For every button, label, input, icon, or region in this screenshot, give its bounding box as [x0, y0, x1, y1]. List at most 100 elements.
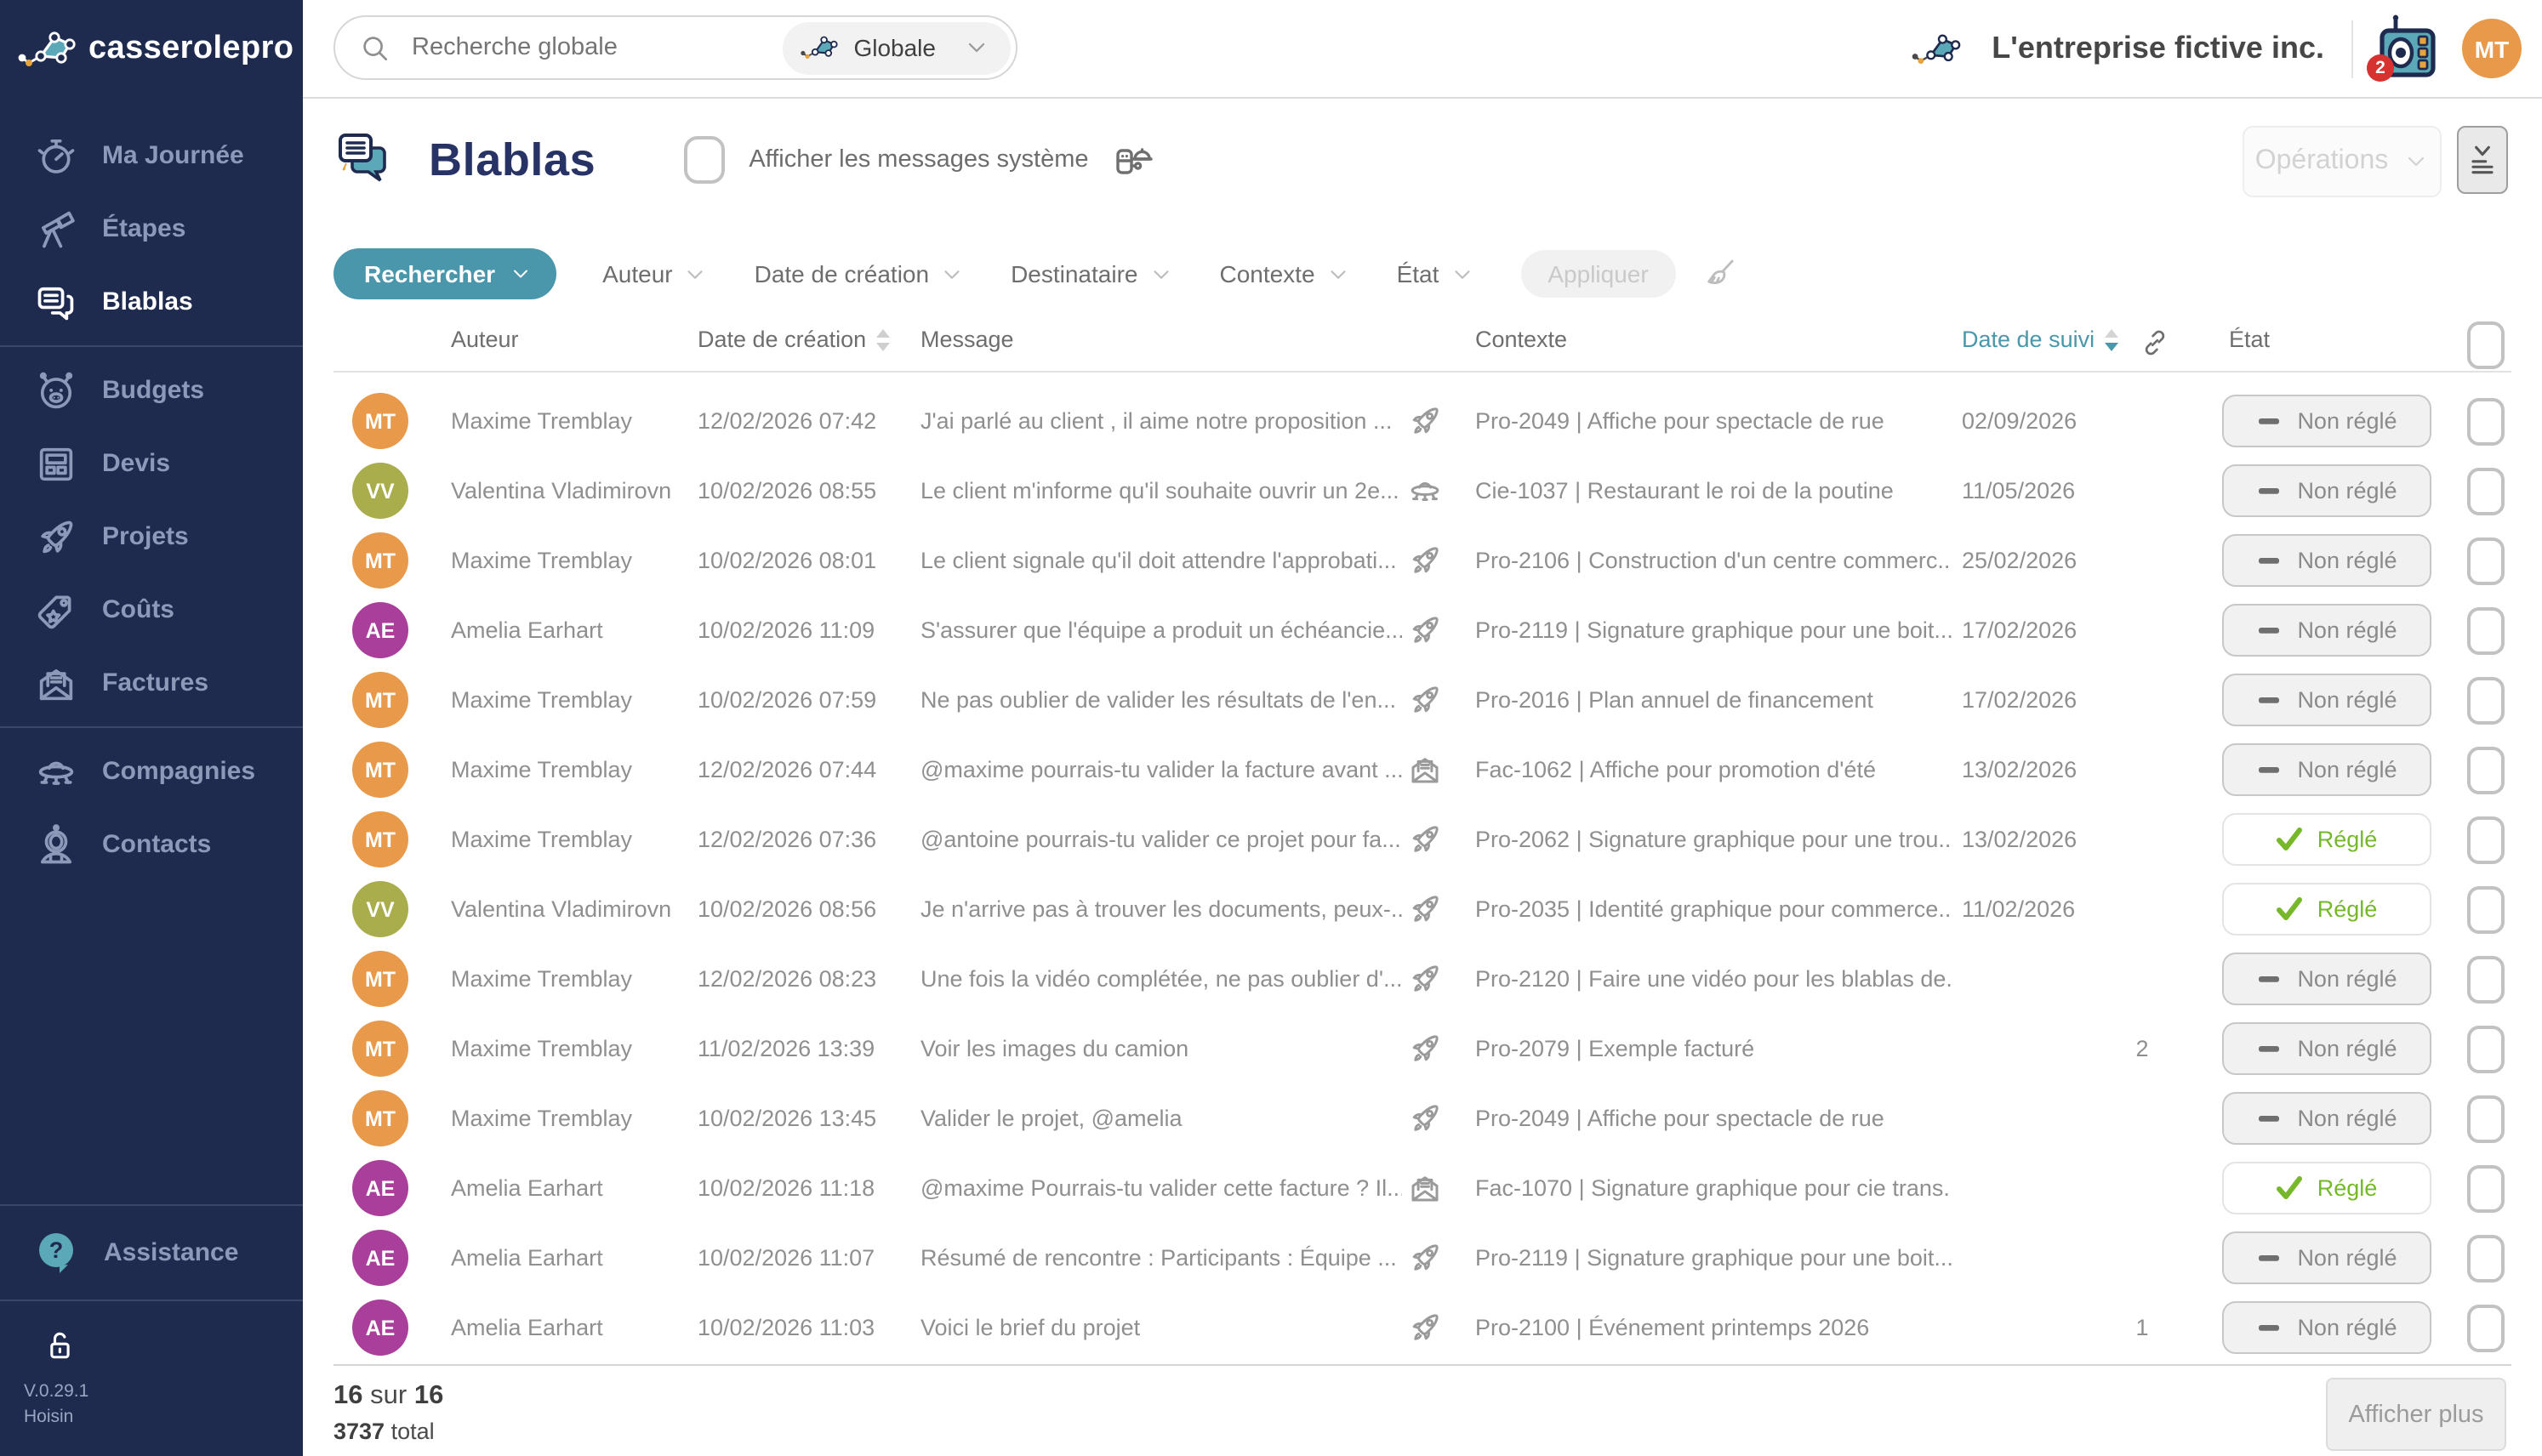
- filter-dropdown[interactable]: Destinataire: [1011, 260, 1173, 287]
- message-cell[interactable]: Valider le projet, @amelia: [920, 1083, 1402, 1153]
- column-header-created[interactable]: Date de création: [698, 327, 892, 352]
- status-badge[interactable]: Non réglé: [2222, 395, 2431, 447]
- search-scope-dropdown[interactable]: Globale: [782, 21, 1011, 74]
- collapse-list-button[interactable]: [2457, 126, 2508, 194]
- status-badge[interactable]: Réglé: [2222, 813, 2431, 866]
- search-filter-button[interactable]: Rechercher: [333, 248, 556, 299]
- filter-dropdown[interactable]: Auteur: [602, 260, 709, 287]
- sidebar-item-co-ts[interactable]: Coûts: [0, 573, 303, 646]
- table-row[interactable]: MT Maxime Tremblay 12/02/2026 07:44 @max…: [303, 735, 2542, 805]
- sidebar-item-blablas[interactable]: Blablas: [0, 265, 303, 338]
- column-header-author[interactable]: Auteur: [451, 327, 519, 352]
- sidebar-item-assistance[interactable]: ? Assistance: [0, 1212, 303, 1292]
- table-row[interactable]: MT Maxime Tremblay 12/02/2026 07:36 @ant…: [303, 805, 2542, 874]
- sidebar-item-compagnies[interactable]: Compagnies: [0, 735, 303, 808]
- status-badge[interactable]: Non réglé: [2222, 1301, 2431, 1354]
- status-badge[interactable]: Non réglé: [2222, 1231, 2431, 1284]
- status-badge[interactable]: Non réglé: [2222, 953, 2431, 1005]
- sidebar-item-ma-journ-e[interactable]: Ma Journée: [0, 119, 303, 192]
- context-cell[interactable]: Pro-2100 | Événement printemps 2026: [1475, 1293, 1952, 1362]
- table-row[interactable]: MT Maxime Tremblay 12/02/2026 08:23 Une …: [303, 944, 2542, 1014]
- table-row[interactable]: VV Valentina Vladimirovn 10/02/2026 08:5…: [303, 874, 2542, 944]
- table-row[interactable]: AE Amelia Earhart 10/02/2026 11:09 S'ass…: [303, 595, 2542, 665]
- filter-dropdown[interactable]: État: [1397, 260, 1475, 287]
- context-cell[interactable]: Pro-2049 | Affiche pour spectacle de rue: [1475, 386, 1952, 456]
- context-cell[interactable]: Pro-2119 | Signature graphique pour une …: [1475, 1223, 1952, 1293]
- column-header-follow-date[interactable]: Date de suivi: [1962, 327, 2120, 352]
- context-cell[interactable]: Pro-2106 | Construction d'un centre comm…: [1475, 526, 1952, 595]
- context-cell[interactable]: Pro-2049 | Affiche pour spectacle de rue: [1475, 1083, 1952, 1153]
- message-cell[interactable]: @antoine pourrais-tu valider ce projet p…: [920, 805, 1402, 874]
- sort-arrows-icon[interactable]: [875, 327, 892, 351]
- message-cell[interactable]: S'assurer que l'équipe a produit un éché…: [920, 595, 1402, 665]
- row-checkbox[interactable]: [2467, 816, 2505, 863]
- context-cell[interactable]: Pro-2120 | Faire une vidéo pour les blab…: [1475, 944, 1952, 1014]
- message-cell[interactable]: @maxime Pourrais-tu valider cette factur…: [920, 1153, 1402, 1223]
- context-cell[interactable]: Pro-2035 | Identité graphique pour comme…: [1475, 874, 1952, 944]
- message-cell[interactable]: Ne pas oublier de valider les résultats …: [920, 665, 1402, 735]
- context-cell[interactable]: Fac-1062 | Affiche pour promotion d'été: [1475, 735, 1952, 805]
- sidebar-item--tapes[interactable]: Étapes: [0, 192, 303, 265]
- message-cell[interactable]: Voir les images du camion: [920, 1014, 1402, 1083]
- table-row[interactable]: MT Maxime Tremblay 10/02/2026 07:59 Ne p…: [303, 665, 2542, 735]
- filter-dropdown[interactable]: Date de création: [755, 260, 965, 287]
- select-all-checkbox[interactable]: [2467, 321, 2505, 369]
- message-cell[interactable]: @maxime pourrais-tu valider la facture a…: [920, 735, 1402, 805]
- show-more-button[interactable]: Afficher plus: [2326, 1378, 2506, 1451]
- row-checkbox[interactable]: [2467, 1234, 2505, 1282]
- sidebar-item-budgets[interactable]: Budgets: [0, 354, 303, 427]
- apply-filters-button[interactable]: Appliquer: [1520, 250, 1675, 298]
- context-cell[interactable]: Pro-2079 | Exemple facturé: [1475, 1014, 1952, 1083]
- context-cell[interactable]: Pro-2016 | Plan annuel de financement: [1475, 665, 1952, 735]
- message-cell[interactable]: Une fois la vidéo complétée, ne pas oubl…: [920, 944, 1402, 1014]
- column-header-message[interactable]: Message: [920, 327, 1014, 352]
- operations-button[interactable]: Opérations: [2243, 126, 2442, 197]
- brand-logo[interactable]: casserolepro: [0, 0, 303, 97]
- message-cell[interactable]: Le client m'informe qu'il souhaite ouvri…: [920, 456, 1402, 526]
- context-cell[interactable]: Pro-2119 | Signature graphique pour une …: [1475, 595, 1952, 665]
- table-row[interactable]: VV Valentina Vladimirovn 10/02/2026 08:5…: [303, 456, 2542, 526]
- message-cell[interactable]: J'ai parlé au client , il aime notre pro…: [920, 386, 1402, 456]
- row-checkbox[interactable]: [2467, 1095, 2505, 1142]
- status-badge[interactable]: Non réglé: [2222, 604, 2431, 657]
- status-badge[interactable]: Non réglé: [2222, 534, 2431, 587]
- row-checkbox[interactable]: [2467, 746, 2505, 793]
- table-row[interactable]: MT Maxime Tremblay 10/02/2026 13:45 Vali…: [303, 1083, 2542, 1153]
- status-badge[interactable]: Non réglé: [2222, 1092, 2431, 1145]
- column-header-links[interactable]: [2139, 327, 2171, 359]
- status-badge[interactable]: Réglé: [2222, 883, 2431, 936]
- column-header-context[interactable]: Contexte: [1475, 327, 1567, 352]
- notifications-radio-button[interactable]: 2: [2374, 13, 2442, 84]
- sort-desc-active-icon[interactable]: [2103, 327, 2120, 351]
- column-header-status[interactable]: État: [2229, 327, 2270, 352]
- row-checkbox[interactable]: [2467, 885, 2505, 933]
- system-messages-checkbox[interactable]: [684, 136, 725, 184]
- row-checkbox[interactable]: [2467, 1164, 2505, 1212]
- table-row[interactable]: MT Maxime Tremblay 10/02/2026 08:01 Le c…: [303, 526, 2542, 595]
- table-row[interactable]: AE Amelia Earhart 10/02/2026 11:18 @maxi…: [303, 1153, 2542, 1223]
- row-checkbox[interactable]: [2467, 1025, 2505, 1072]
- status-badge[interactable]: Non réglé: [2222, 743, 2431, 796]
- table-row[interactable]: MT Maxime Tremblay 11/02/2026 13:39 Voir…: [303, 1014, 2542, 1083]
- global-search-bar[interactable]: Globale: [333, 15, 1017, 80]
- sidebar-item-contacts[interactable]: Contacts: [0, 808, 303, 881]
- message-cell[interactable]: Voici le brief du projet: [920, 1293, 1402, 1362]
- filter-dropdown[interactable]: Contexte: [1219, 260, 1350, 287]
- sidebar-item-factures[interactable]: Factures: [0, 646, 303, 719]
- row-checkbox[interactable]: [2467, 397, 2505, 445]
- row-checkbox[interactable]: [2467, 537, 2505, 584]
- row-checkbox[interactable]: [2467, 467, 2505, 515]
- row-checkbox[interactable]: [2467, 676, 2505, 724]
- row-checkbox[interactable]: [2467, 955, 2505, 1003]
- sidebar-item-devis[interactable]: Devis: [0, 427, 303, 500]
- message-cell[interactable]: Le client signale qu'il doit attendre l'…: [920, 526, 1402, 595]
- table-row[interactable]: MT Maxime Tremblay 12/02/2026 07:42 J'ai…: [303, 386, 2542, 456]
- context-cell[interactable]: Fac-1070 | Signature graphique pour cie …: [1475, 1153, 1952, 1223]
- unlock-icon[interactable]: [41, 1324, 78, 1365]
- table-row[interactable]: AE Amelia Earhart 10/02/2026 11:07 Résum…: [303, 1223, 2542, 1293]
- row-checkbox[interactable]: [2467, 606, 2505, 654]
- status-badge[interactable]: Non réglé: [2222, 674, 2431, 726]
- message-cell[interactable]: Résumé de rencontre : Participants : Équ…: [920, 1223, 1402, 1293]
- sidebar-item-projets[interactable]: Projets: [0, 500, 303, 573]
- status-badge[interactable]: Non réglé: [2222, 1022, 2431, 1075]
